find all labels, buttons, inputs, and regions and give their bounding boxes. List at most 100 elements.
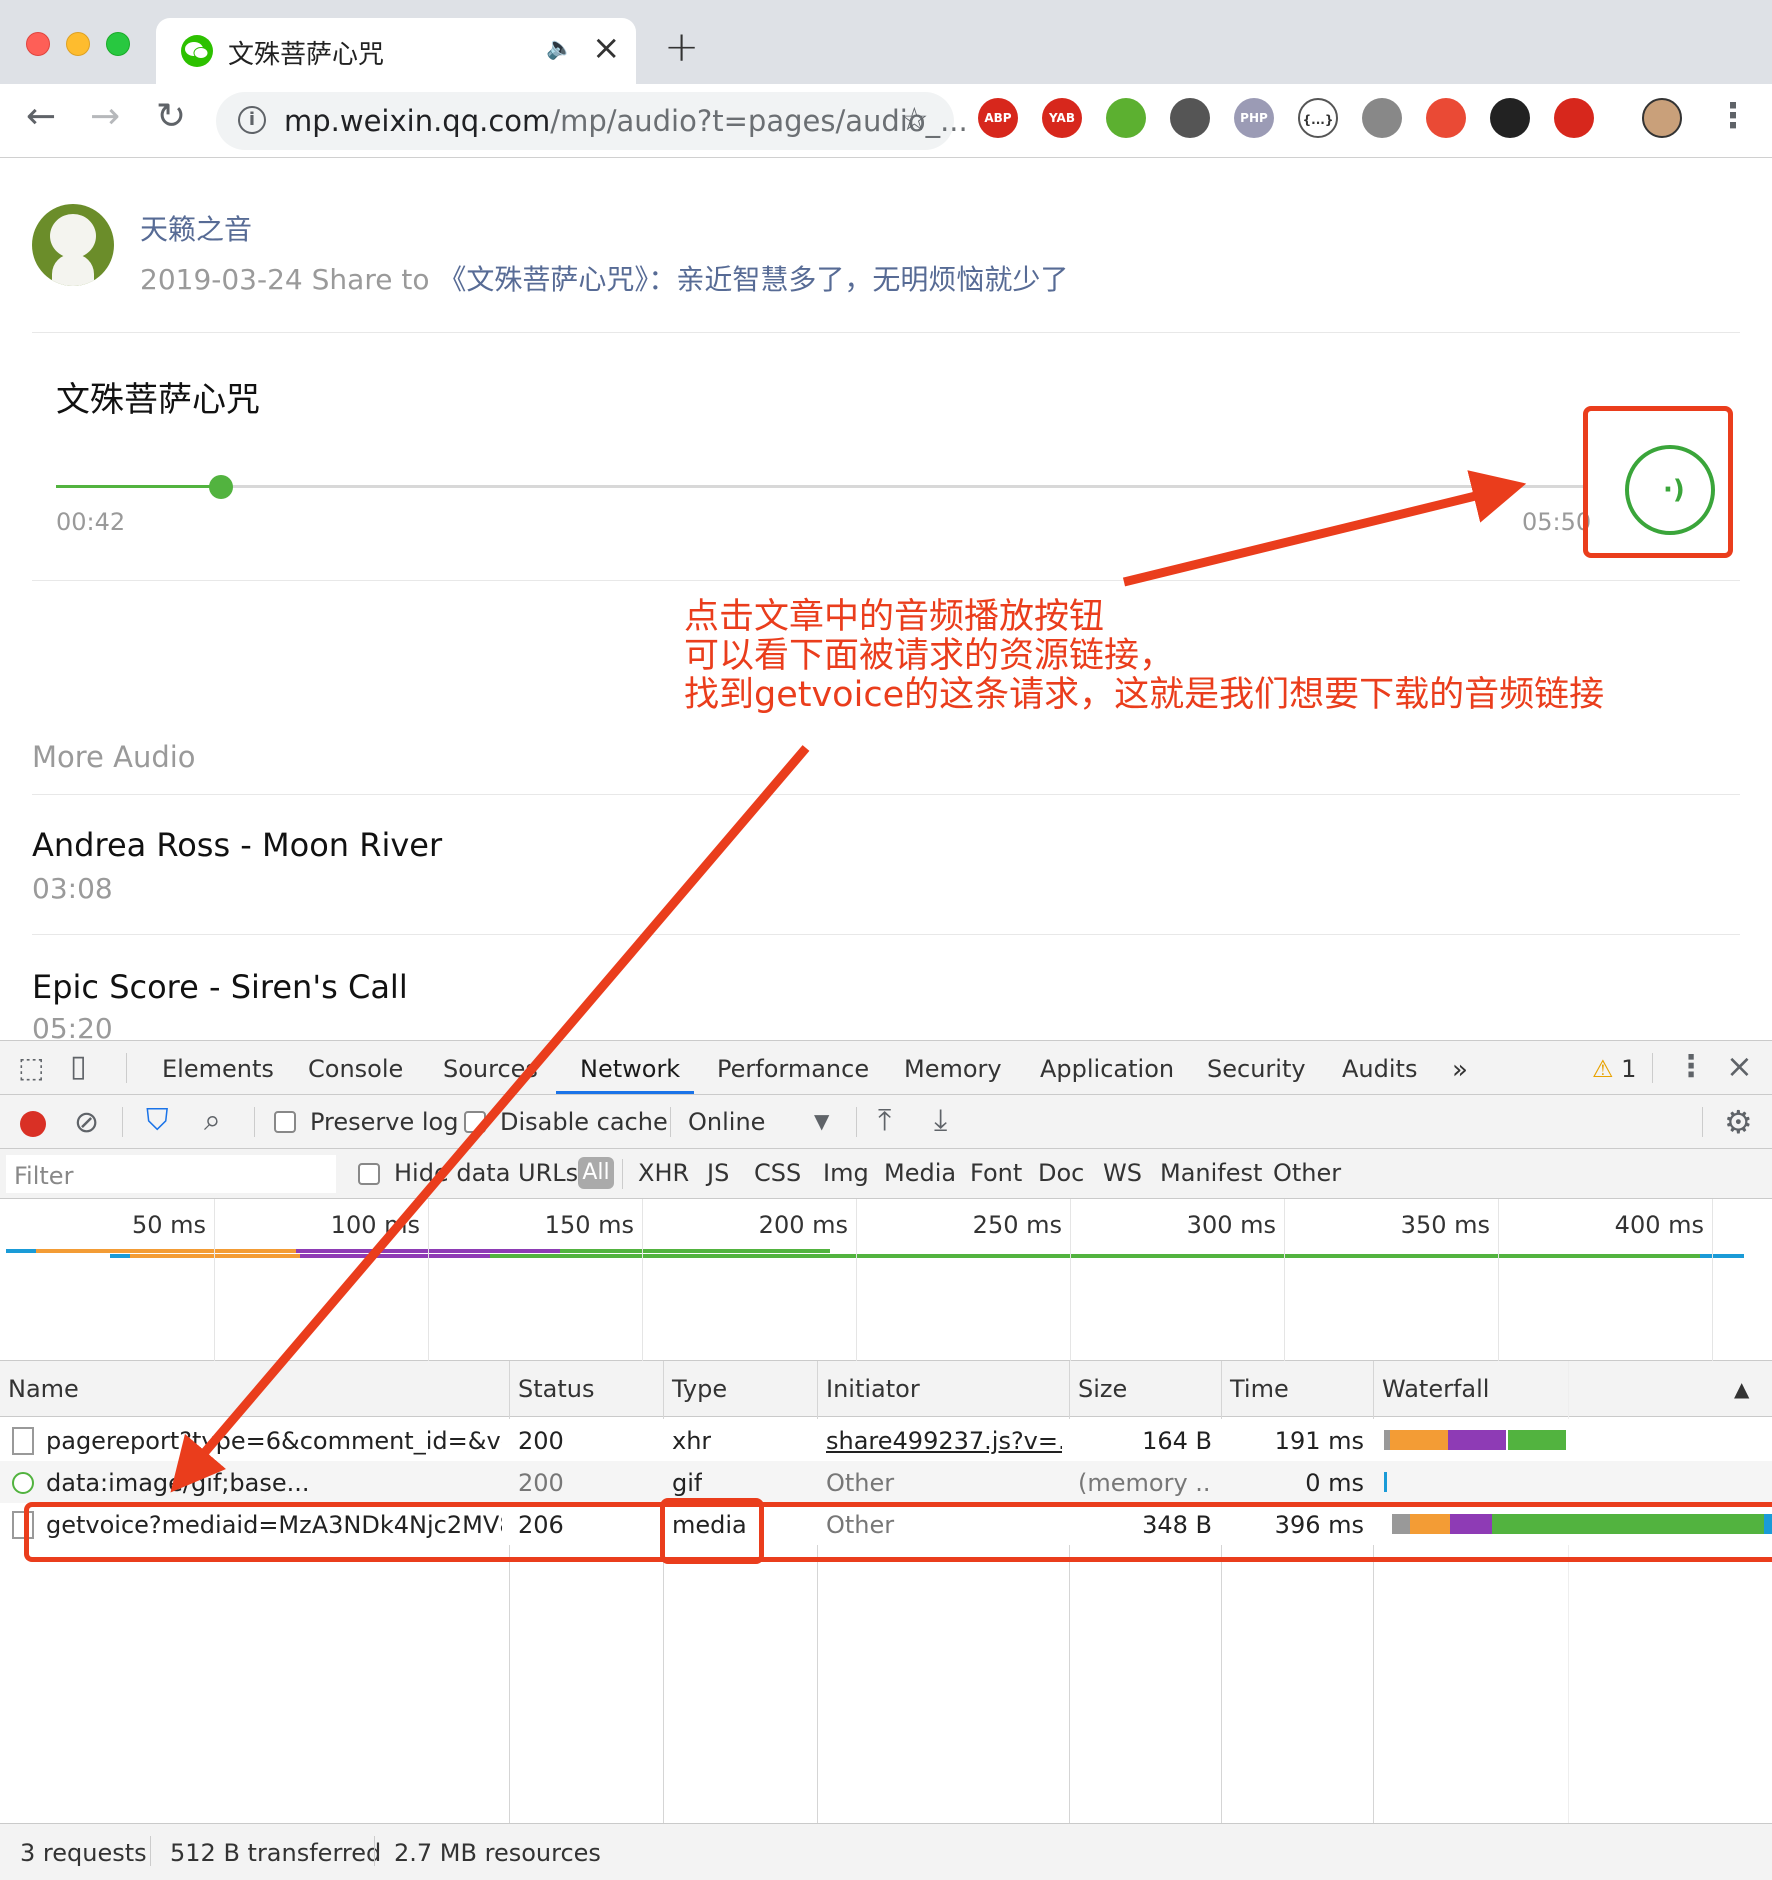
- type-filter-xhr[interactable]: XHR: [638, 1159, 689, 1187]
- bookmark-star-icon[interactable]: ☆: [900, 100, 929, 138]
- column-size[interactable]: Size: [1078, 1375, 1127, 1403]
- column-initiator[interactable]: Initiator: [826, 1375, 920, 1403]
- sort-ascending-icon[interactable]: ▲: [1734, 1377, 1749, 1401]
- export-har-icon[interactable]: ⤓: [934, 1103, 947, 1138]
- settings-gear-icon[interactable]: ⚙: [1724, 1103, 1753, 1141]
- profile-avatar[interactable]: [1642, 98, 1682, 138]
- window-close-button[interactable]: [26, 32, 50, 56]
- type-filter-ws[interactable]: WS: [1103, 1159, 1142, 1187]
- tab-sources[interactable]: Sources: [443, 1055, 538, 1083]
- inspect-element-icon[interactable]: ⬚: [18, 1051, 44, 1084]
- browser-menu-icon[interactable]: ⋮: [1716, 96, 1750, 136]
- type-filter-other[interactable]: Other: [1273, 1159, 1341, 1187]
- audio-progress-knob[interactable]: [209, 475, 233, 499]
- media-type-highlight-box: [660, 1498, 764, 1564]
- tab-performance[interactable]: Performance: [717, 1055, 869, 1083]
- reload-icon[interactable]: ↻: [156, 96, 186, 137]
- separator: [374, 1836, 375, 1866]
- site-info-icon[interactable]: i: [238, 106, 266, 134]
- window-zoom-button[interactable]: [106, 32, 130, 56]
- column-type[interactable]: Type: [672, 1375, 727, 1403]
- type-filter-css[interactable]: CSS: [754, 1159, 801, 1187]
- devtools-menu-icon[interactable]: ⋮: [1676, 1049, 1706, 1084]
- network-overview[interactable]: 50 ms 100 ms 150 ms 200 ms 250 ms 300 ms 350 m…: [0, 1199, 1772, 1361]
- import-har-icon[interactable]: ⤒: [878, 1103, 891, 1138]
- forward-arrow-icon[interactable]: →: [90, 96, 120, 137]
- column-waterfall[interactable]: Waterfall: [1382, 1375, 1489, 1403]
- tab-console[interactable]: Console: [308, 1055, 403, 1083]
- type-filter-media[interactable]: Media: [884, 1159, 956, 1187]
- audio-list-item-title[interactable]: Andrea Ross - Moon River: [32, 826, 442, 864]
- vue-icon[interactable]: [1362, 98, 1402, 138]
- audio-progress-track[interactable]: [56, 485, 1586, 488]
- tab-network[interactable]: Network: [580, 1055, 680, 1083]
- request-count: 3 requests: [20, 1839, 147, 1867]
- overview-gridline: [1712, 1199, 1713, 1361]
- adblock-plus-icon[interactable]: ABP: [978, 98, 1018, 138]
- disable-cache-checkbox[interactable]: [464, 1111, 486, 1133]
- yab-icon[interactable]: YAB: [1042, 98, 1082, 138]
- tab-application[interactable]: Application: [1040, 1055, 1174, 1083]
- throttling-select[interactable]: Online: [688, 1108, 765, 1136]
- column-time[interactable]: Time: [1230, 1375, 1289, 1403]
- chevron-down-icon[interactable]: ▼: [814, 1109, 829, 1133]
- json-icon[interactable]: {...}: [1298, 98, 1338, 138]
- gear-extension-icon[interactable]: [1170, 98, 1210, 138]
- author-avatar[interactable]: [32, 204, 114, 286]
- column-status[interactable]: Status: [518, 1375, 594, 1403]
- warning-count[interactable]: ⚠ 1: [1592, 1055, 1636, 1083]
- overview-bar: [300, 1254, 490, 1258]
- hide-data-urls-checkbox[interactable]: [358, 1163, 380, 1185]
- bulb-icon[interactable]: [1490, 98, 1530, 138]
- image-file-icon: [12, 1472, 34, 1494]
- device-toolbar-icon[interactable]: ▯: [70, 1049, 87, 1084]
- annotation-line: 找到getvoice的这条请求，这就是我们想要下载的音频链接: [684, 675, 1605, 715]
- browser-tab[interactable]: 文殊菩萨心咒 🔈 ×: [156, 18, 636, 84]
- devtools-close-icon[interactable]: ×: [1726, 1047, 1753, 1085]
- tab-elements[interactable]: Elements: [162, 1055, 274, 1083]
- new-tab-button[interactable]: +: [664, 22, 699, 71]
- star-badge-icon[interactable]: [1554, 98, 1594, 138]
- address-bar[interactable]: i mp.weixin.qq.com/mp/audio?t=pages/audi…: [216, 92, 968, 150]
- browser-toolbar: ← → ↻ i mp.weixin.qq.com/mp/audio?t=page…: [0, 84, 1772, 158]
- separator: [1652, 1053, 1653, 1083]
- record-icon[interactable]: [20, 1111, 46, 1137]
- type-filter-doc[interactable]: Doc: [1038, 1159, 1084, 1187]
- avatar-body: [52, 254, 94, 286]
- url-text[interactable]: mp.weixin.qq.com/mp/audio?t=pages/audio_…: [284, 104, 968, 138]
- request-initiator-link[interactable]: share499237.js?v=...: [826, 1427, 1062, 1455]
- php-icon[interactable]: PHP: [1234, 98, 1274, 138]
- column-name[interactable]: Name: [8, 1375, 79, 1403]
- link-icon[interactable]: [1426, 98, 1466, 138]
- devtools-panel: ⬚ ▯ Elements Console Sources Network Per…: [0, 1040, 1772, 1880]
- shared-article-link[interactable]: 《文殊菩萨心咒》：亲近智慧多了，无明烦恼就少了: [438, 263, 1068, 296]
- table-row[interactable]: pagereport?type=6&comment_id=&voic... 20…: [0, 1419, 1772, 1461]
- type-filter-js[interactable]: JS: [707, 1159, 729, 1187]
- audio-list-item-title[interactable]: Epic Score - Siren's Call: [32, 968, 408, 1006]
- clear-icon[interactable]: ⊘: [74, 1105, 99, 1140]
- preserve-log-checkbox[interactable]: [274, 1111, 296, 1133]
- type-filter-img[interactable]: Img: [823, 1159, 869, 1187]
- download-icon[interactable]: [1106, 98, 1146, 138]
- overview-tick-label: 400 ms: [1614, 1211, 1704, 1239]
- window-minimize-button[interactable]: [66, 32, 90, 56]
- filter-input[interactable]: Filter: [6, 1155, 336, 1193]
- request-name[interactable]: pagereport?type=6&comment_id=&voic...: [46, 1427, 502, 1455]
- request-name[interactable]: data:image/gif;base...: [46, 1469, 502, 1497]
- table-row[interactable]: data:image/gif;base... 200 gif Other (me…: [0, 1461, 1772, 1503]
- tab-memory[interactable]: Memory: [904, 1055, 1002, 1083]
- type-filter-font[interactable]: Font: [970, 1159, 1022, 1187]
- tab-close-icon[interactable]: ×: [592, 28, 621, 68]
- overview-bar: [110, 1254, 130, 1258]
- tab-security[interactable]: Security: [1207, 1055, 1306, 1083]
- type-filter-manifest[interactable]: Manifest: [1160, 1159, 1262, 1187]
- author-name[interactable]: 天籁之音: [140, 208, 252, 248]
- type-filter-all[interactable]: All: [578, 1157, 614, 1189]
- search-icon[interactable]: ⌕: [204, 1103, 221, 1138]
- more-tabs-chevron-icon[interactable]: »: [1452, 1055, 1468, 1085]
- tab-audio-playing-icon[interactable]: 🔈: [546, 36, 573, 61]
- tab-audits[interactable]: Audits: [1342, 1055, 1417, 1083]
- back-arrow-icon[interactable]: ←: [26, 96, 56, 137]
- overview-tick-label: 300 ms: [1186, 1211, 1276, 1239]
- filter-funnel-icon[interactable]: ⛉: [146, 1103, 169, 1138]
